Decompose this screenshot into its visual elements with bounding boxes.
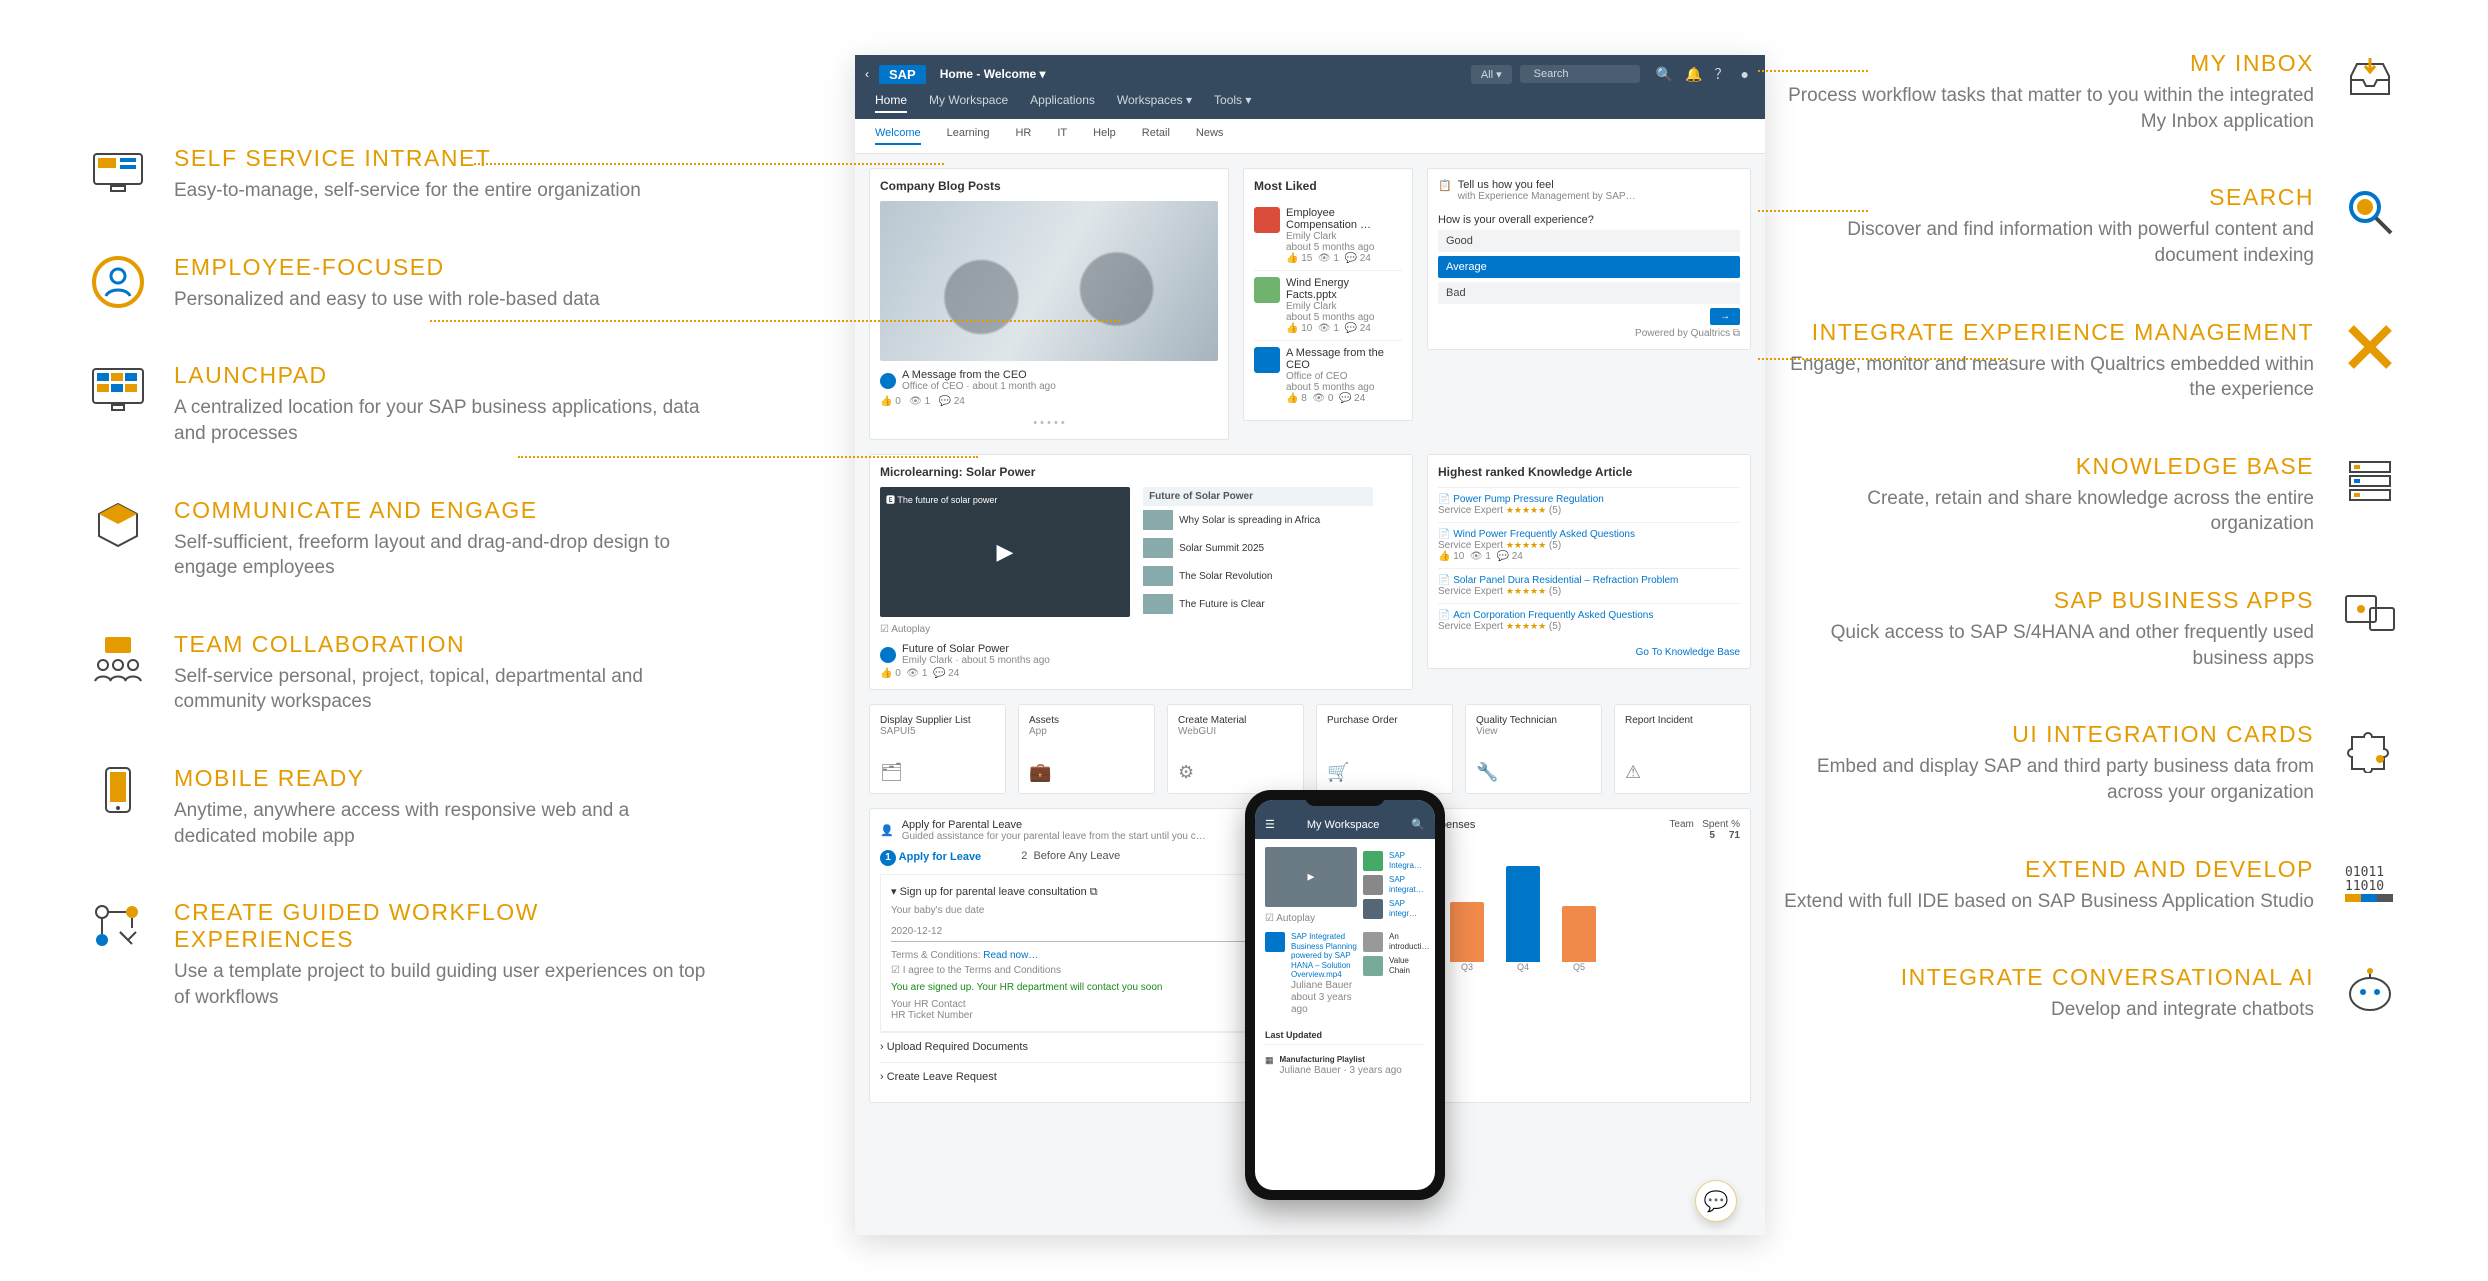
nav-home[interactable]: Home [875,93,907,113]
feature-mobile: MOBILE READYAnytime, anywhere access wit… [90,765,710,849]
exp-option-bad[interactable]: Bad [1438,282,1740,304]
date-input[interactable]: 2020-12-12 📅 [891,922,1281,942]
list-item[interactable]: Employee Compensation …Emily Clarkabout … [1254,201,1402,270]
microlearning-card: Microlearning: Solar Power 🅴 The future … [869,454,1413,690]
feature-knowledge-base: KNOWLEDGE BASECreate, retain and share k… [1778,453,2398,537]
sub-nav: Welcome Learning HR IT Help Retail News [855,119,1765,154]
nav-applications[interactable]: Applications [1030,93,1095,113]
search-icon[interactable]: 🔍 [1656,66,1673,83]
blog-card: Company Blog Posts A Message from the CE… [869,168,1229,440]
tile-quality-tech[interactable]: Quality TechnicianView🔧 [1465,704,1602,794]
workflow-icon [90,899,146,955]
inbox-icon [2342,50,2398,106]
feature-self-service: SELF SERVICE INTRANET Easy-to-manage, sel… [90,145,710,204]
feature-communicate: COMMUNICATE AND ENGAGESelf-sufficient, f… [90,497,710,581]
tile-create-material[interactable]: Create MaterialWebGUI⚙ [1167,704,1304,794]
tile-assets[interactable]: AssetsApp💼 [1018,704,1155,794]
chart-bar [1450,902,1484,962]
chart-bar [1562,906,1596,962]
carousel-dots[interactable]: • • • • • [880,417,1218,429]
kb-link[interactable]: Go To Knowledge Base [1636,647,1740,658]
stack-icon [2342,453,2398,509]
team-icon [90,631,146,687]
mobile-phone-mock: ☰ My Workspace 🔍 ☑ Autoplay SAP Integra…… [1245,790,1445,1200]
search-icon [2342,184,2398,240]
help-icon[interactable]: ？ [1715,64,1729,84]
nav-workspaces[interactable]: Workspaces ▾ [1117,93,1192,113]
feature-ui-cards: UI INTEGRATION CARDSEmbed and display SA… [1778,721,2398,805]
experience-card: 📋Tell us how you feelwith Experience Man… [1427,168,1751,350]
filter-dropdown[interactable]: All ▾ [1471,65,1512,84]
left-feature-column: SELF SERVICE INTRANET Easy-to-manage, sel… [90,145,710,1061]
app-topbar: ‹ SAP Home - Welcome ▾ All ▾ Search 🔍 🔔 … [855,55,1765,93]
tile-display-supplier[interactable]: Display Supplier ListSAPUI5🗂 [869,704,1006,794]
blog-hero-image [880,201,1218,361]
blog-header: Company Blog Posts [880,179,1218,193]
video-player[interactable]: 🅴 The future of solar power [880,487,1130,617]
chatbot-launcher[interactable]: 💬 [1695,1180,1737,1222]
intranet-icon [90,145,146,201]
page-title[interactable]: Home - Welcome ▾ [940,67,1046,81]
phone-video[interactable] [1265,847,1357,907]
back-icon[interactable]: ‹ [865,67,869,81]
tile-purchase-order[interactable]: Purchase Order🛒 [1316,704,1453,794]
phone-search-icon[interactable]: 🔍 [1411,818,1425,831]
notification-icon[interactable]: 🔔 [1685,66,1702,83]
sap-logo: SAP [879,65,926,84]
primary-nav: Home My Workspace Applications Workspace… [855,93,1765,119]
svg-text:01011: 01011 [2345,865,2384,880]
svg-text:11010: 11010 [2345,879,2384,894]
list-item[interactable]: Wind Energy Facts.pptxEmily Clarkabout 5… [1254,270,1402,340]
next-button[interactable]: → [1710,308,1740,325]
feature-search: SEARCHDiscover and find information with… [1778,184,2398,268]
list-item[interactable]: A Message from the CEOOffice of CEOabout… [1254,340,1402,410]
feature-extend-develop: 0101111010 EXTEND AND DEVELOPExtend with… [1778,856,2398,915]
mobile-icon [90,765,146,821]
app-tiles-row: Display Supplier ListSAPUI5🗂 AssetsApp💼 … [855,704,1765,794]
person-icon [90,254,146,310]
parental-leave-card: 👤Apply for Parental LeaveGuided assistan… [869,808,1303,1103]
nav-workspace[interactable]: My Workspace [929,93,1008,113]
feature-desc: Easy-to-manage, self-service for the ent… [174,178,710,204]
exp-option-average[interactable]: Average [1438,256,1740,278]
most-liked-card: Most Liked Employee Compensation …Emily … [1243,168,1413,421]
feature-guided-workflow: CREATE GUIDED WORKFLOW EXPERIENCESUse a … [90,899,710,1010]
feature-experience-mgmt: INTEGRATE EXPERIENCE MANAGEMENTEngage, m… [1778,319,2398,403]
tile-report-incident[interactable]: Report Incident⚠ [1614,704,1751,794]
feature-conversational-ai: INTEGRATE CONVERSATIONAL AIDevelop and i… [1778,964,2398,1023]
feature-team-collab: TEAM COLLABORATIONSelf-service personal,… [90,631,710,715]
search-input[interactable]: Search [1520,65,1640,83]
launchpad-icon [90,362,146,418]
chart-bar [1506,866,1540,962]
avatar[interactable]: ● [1741,66,1749,82]
puzzle-icon [2342,721,2398,777]
feature-inbox: MY INBOXProcess workflow tasks that matt… [1778,50,2398,134]
binary-icon: 0101111010 [2342,856,2398,912]
feature-business-apps: SAP BUSINESS APPSQuick access to SAP S/4… [1778,587,2398,671]
phone-menu-icon[interactable]: ☰ [1265,818,1275,831]
agree-checkbox[interactable]: ☑ I agree to the Terms and Conditions [891,965,1281,976]
apps-icon [2342,587,2398,643]
feature-employee-focused: EMPLOYEE-FOCUSEDPersonalized and easy to… [90,254,710,313]
x-icon [2342,319,2398,375]
exp-option-good[interactable]: Good [1438,230,1740,252]
subnav-welcome[interactable]: Welcome [875,127,921,145]
nav-tools[interactable]: Tools ▾ [1214,93,1251,113]
feature-title: SELF SERVICE INTRANET [174,145,710,172]
right-feature-column: MY INBOXProcess workflow tasks that matt… [1778,50,2398,1073]
kb-card: Highest ranked Knowledge Article 📄 Power… [1427,454,1751,669]
bot-icon [2342,964,2398,1020]
author-avatar [880,373,896,389]
cube-icon [90,497,146,553]
feature-launchpad: LAUNCHPADA centralized location for your… [90,362,710,446]
